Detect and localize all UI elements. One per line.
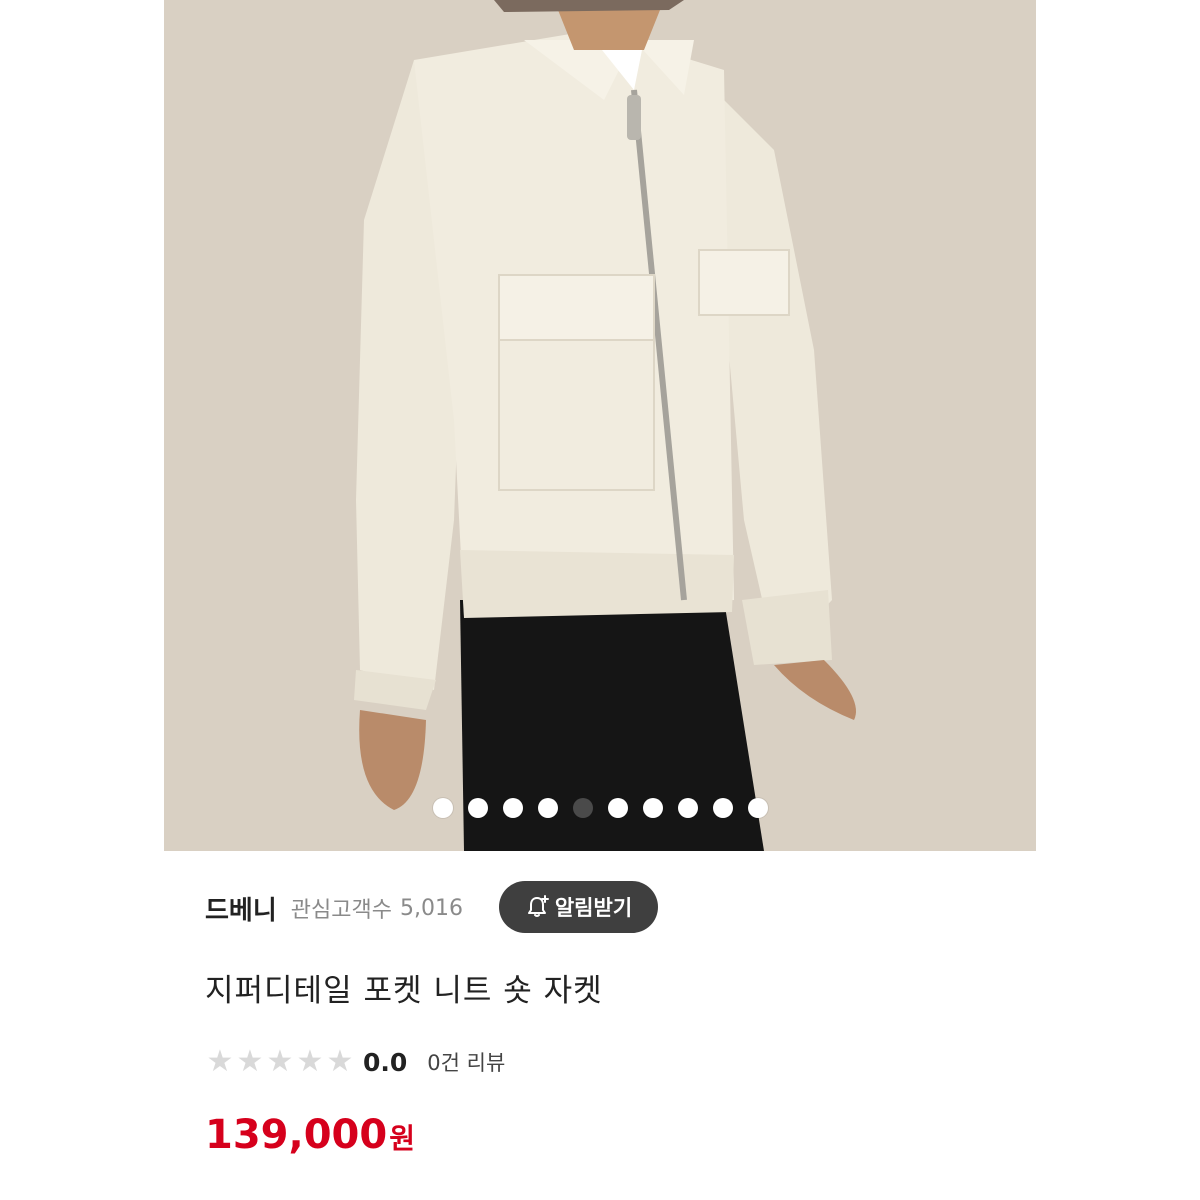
- product-detail-page: 드베니 관심고객수 5,016 알림받기 지퍼디테일 포켓 니트 숏 자켓 ★ …: [0, 0, 1200, 1200]
- price-currency: 원: [389, 1122, 415, 1155]
- pager-dot[interactable]: [677, 798, 698, 818]
- brand-name[interactable]: 드베니: [205, 890, 277, 927]
- price-amount: 139,000: [205, 1112, 388, 1158]
- notify-button-label: 알림받기: [554, 896, 633, 920]
- pager-dot[interactable]: [432, 798, 453, 818]
- star-empty-icon: ★: [266, 1044, 294, 1079]
- pager-dot[interactable]: [642, 798, 663, 818]
- carousel-pager: [164, 798, 1036, 818]
- pager-dot[interactable]: [747, 798, 768, 818]
- brand-row: 드베니 관심고객수 5,016: [205, 880, 463, 936]
- product-photo: [164, 0, 1036, 851]
- pager-dot[interactable]: [712, 798, 733, 818]
- pager-dot[interactable]: [537, 798, 558, 818]
- star-empty-icon: ★: [326, 1044, 354, 1079]
- product-title: 지퍼디테일 포켓 니트 숏 자켓: [205, 973, 603, 1009]
- notify-button[interactable]: 알림받기: [499, 881, 658, 933]
- product-image-carousel[interactable]: [164, 0, 1036, 851]
- star-empty-icon: ★: [296, 1044, 324, 1079]
- star-empty-icon: ★: [206, 1044, 234, 1079]
- pager-dot-active[interactable]: [572, 798, 593, 818]
- rating-row: ★ ★ ★ ★ ★ 0.0 0건 리뷰: [205, 1044, 506, 1080]
- followers-label: 관심고객수: [290, 898, 392, 923]
- rating-score: 0.0: [363, 1047, 408, 1077]
- review-count-link[interactable]: 0건 리뷰: [427, 1047, 505, 1077]
- pager-dot[interactable]: [502, 798, 523, 818]
- star-empty-icon: ★: [236, 1044, 264, 1079]
- rating-stars: ★ ★ ★ ★ ★: [205, 1047, 355, 1077]
- pager-dot[interactable]: [467, 798, 488, 818]
- pager-dot[interactable]: [607, 798, 628, 818]
- followers-count: 5,016: [399, 895, 463, 921]
- bell-plus-icon: [527, 895, 549, 917]
- price-row: 139,000 원: [205, 1112, 415, 1158]
